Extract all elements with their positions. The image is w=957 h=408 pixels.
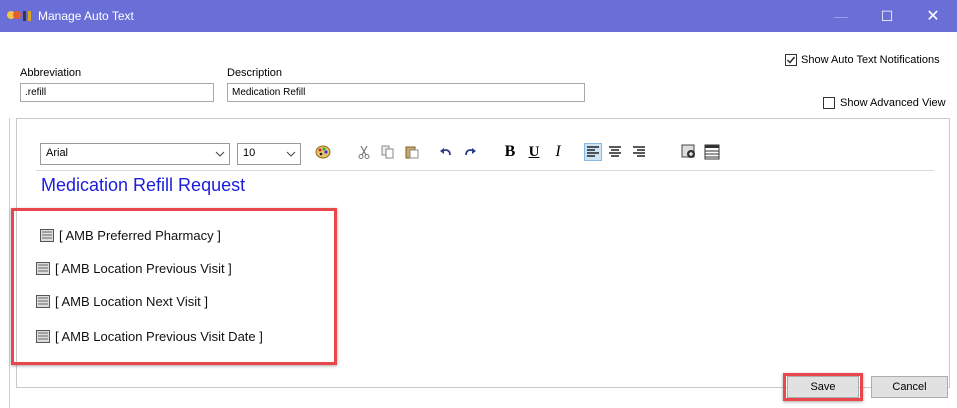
save-button[interactable]: Save — [787, 376, 859, 398]
table-icon[interactable] — [703, 143, 721, 161]
description-label: Description — [227, 67, 283, 79]
chevron-down-icon — [286, 151, 296, 157]
maximize-button[interactable]: ☐ — [864, 0, 910, 32]
italic-icon[interactable]: I — [549, 143, 567, 161]
checkmark-icon — [787, 56, 796, 64]
underline-icon[interactable]: U — [525, 143, 543, 161]
font-size-value: 10 — [243, 147, 256, 159]
cancel-button[interactable]: Cancel — [871, 376, 948, 398]
chevron-down-icon — [215, 151, 225, 157]
copy-icon[interactable] — [379, 143, 397, 161]
description-input[interactable] — [227, 83, 585, 102]
align-right-icon[interactable] — [630, 143, 648, 161]
align-left-icon[interactable] — [584, 143, 602, 161]
font-name-value: Arial — [46, 147, 69, 159]
fields-highlight-box — [11, 208, 337, 365]
show-notifications-checkbox[interactable] — [785, 54, 797, 66]
font-name-select[interactable]: Arial — [40, 143, 230, 165]
redo-icon[interactable] — [461, 143, 479, 161]
show-advanced-checkbox[interactable] — [823, 97, 835, 109]
minimize-button[interactable]: — — [818, 0, 864, 32]
editor-heading: Medication Refill Request — [41, 175, 246, 195]
abbreviation-label: Abbreviation — [20, 67, 82, 79]
title-bar: Manage Auto Text — ☐ ✕ — [0, 0, 957, 32]
show-notifications-label: Show Auto Text Notifications — [801, 54, 940, 66]
undo-icon[interactable] — [437, 143, 455, 161]
window-title: Manage Auto Text — [38, 9, 134, 23]
left-divider — [9, 118, 10, 408]
bold-icon[interactable]: B — [501, 143, 519, 161]
toolbar-divider — [36, 170, 934, 171]
font-size-select[interactable]: 10 — [237, 143, 301, 165]
color-palette-icon[interactable] — [314, 143, 332, 161]
show-advanced-label: Show Advanced View — [840, 97, 946, 109]
paste-icon[interactable] — [403, 143, 421, 161]
close-button[interactable]: ✕ — [910, 0, 956, 32]
insert-field-icon[interactable] — [680, 143, 698, 161]
abbreviation-input[interactable] — [20, 83, 214, 102]
app-icon — [7, 11, 31, 21]
cut-icon[interactable] — [355, 143, 373, 161]
align-center-icon[interactable] — [606, 143, 624, 161]
